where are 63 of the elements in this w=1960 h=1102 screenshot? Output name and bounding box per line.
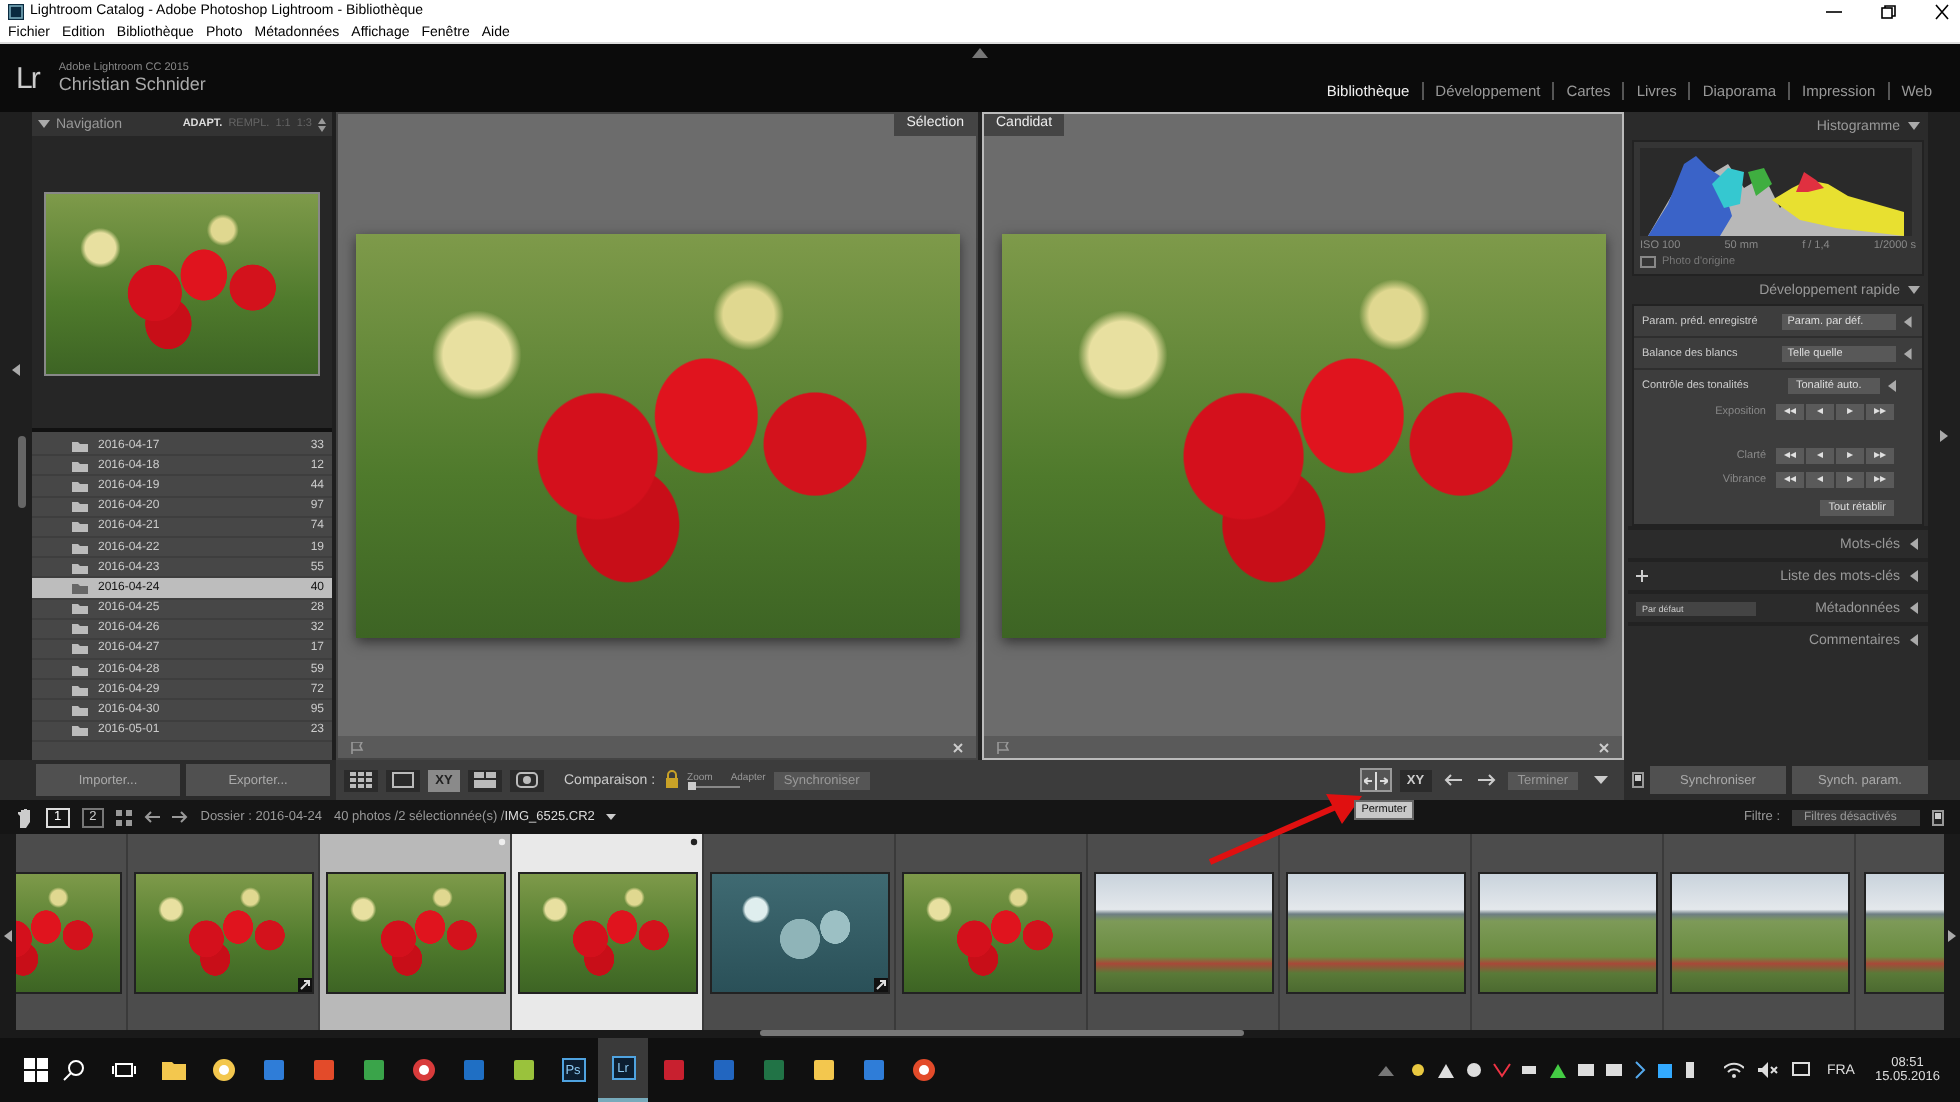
edited-badge-icon xyxy=(298,978,312,992)
collapse-triangle-icon[interactable] xyxy=(1378,1065,1395,1075)
search-icon[interactable] xyxy=(61,1058,85,1082)
dropdown-caret-icon[interactable] xyxy=(606,814,617,820)
edited-badge-icon xyxy=(874,978,888,992)
collapse-triangle-icon[interactable] xyxy=(10,364,22,376)
dropdown-caret-icon[interactable] xyxy=(1594,776,1608,784)
windows-start-icon[interactable] xyxy=(24,1058,48,1082)
grid-icon[interactable] xyxy=(116,809,133,825)
filmstrip-cell[interactable] xyxy=(128,834,320,1030)
lightroom-logo: Lr xyxy=(16,61,39,95)
collapse-triangle-icon[interactable] xyxy=(1902,347,1914,359)
collapse-triangle-icon[interactable] xyxy=(1886,379,1898,391)
app-icon[interactable] xyxy=(511,1058,535,1082)
collapse-triangle-icon[interactable] xyxy=(1908,602,1920,614)
hand-icon[interactable] xyxy=(16,807,34,827)
speaker-muted-icon[interactable] xyxy=(1758,1062,1779,1078)
scrollbar-thumb[interactable] xyxy=(760,1030,1244,1036)
collapse-triangle-icon[interactable] xyxy=(972,48,988,58)
filmstrip-cell[interactable] xyxy=(704,834,896,1030)
filmstrip-cell[interactable] xyxy=(1280,834,1472,1030)
survey-view-button[interactable] xyxy=(468,769,502,791)
close-icon[interactable] xyxy=(1932,3,1952,19)
wifi-icon[interactable] xyxy=(1724,1062,1745,1078)
collapse-triangle-icon[interactable] xyxy=(1908,284,1920,296)
collapse-triangle-icon[interactable] xyxy=(1908,570,1920,582)
slider-thumb[interactable] xyxy=(687,782,696,790)
grid-view-button[interactable] xyxy=(344,769,378,791)
user-name: Christian Schnider xyxy=(58,74,206,94)
loupe-view-button[interactable] xyxy=(386,769,420,791)
previous-arrow-icon[interactable] xyxy=(1443,774,1462,786)
filmstrip-cell[interactable] xyxy=(1472,834,1664,1030)
notification-icon[interactable] xyxy=(1792,1062,1811,1078)
folder-icon[interactable] xyxy=(161,1058,185,1082)
stepper-icon[interactable] xyxy=(318,117,326,131)
selection-dot-icon xyxy=(498,838,506,846)
app-icon[interactable] xyxy=(361,1058,385,1082)
filmstrip-cell[interactable] xyxy=(512,834,704,1030)
checkbox[interactable] xyxy=(1640,256,1656,268)
collapse-triangle-icon[interactable] xyxy=(1908,120,1920,132)
scrollbar-thumb[interactable] xyxy=(18,436,26,508)
scroll-right-icon[interactable] xyxy=(1946,930,1958,942)
collapse-triangle-icon[interactable] xyxy=(1902,315,1914,327)
app-icon[interactable] xyxy=(811,1058,835,1082)
collapse-triangle-icon[interactable] xyxy=(1908,538,1920,550)
restore-icon[interactable] xyxy=(1878,3,1898,19)
back-arrow-icon[interactable] xyxy=(144,810,161,824)
next-arrow-icon[interactable] xyxy=(1477,774,1496,786)
app-icon xyxy=(8,3,24,19)
scroll-left-icon[interactable] xyxy=(2,930,14,942)
forward-arrow-icon[interactable] xyxy=(172,810,189,824)
task-view-icon[interactable] xyxy=(111,1058,135,1082)
collapse-triangle-icon[interactable] xyxy=(1908,634,1920,646)
expand-triangle-icon[interactable] xyxy=(38,118,50,130)
expand-triangle-icon[interactable] xyxy=(1938,430,1950,442)
filmstrip-cell[interactable] xyxy=(320,834,512,1030)
filmstrip-cell[interactable] xyxy=(1088,834,1280,1030)
people-view-button[interactable] xyxy=(510,769,544,791)
filmstrip-cell[interactable] xyxy=(1664,834,1856,1030)
filmstrip-cell[interactable] xyxy=(896,834,1088,1030)
toggle-switch-icon[interactable] xyxy=(1632,772,1644,788)
selection-dot-icon xyxy=(690,838,698,846)
plus-icon[interactable] xyxy=(1636,570,1648,582)
